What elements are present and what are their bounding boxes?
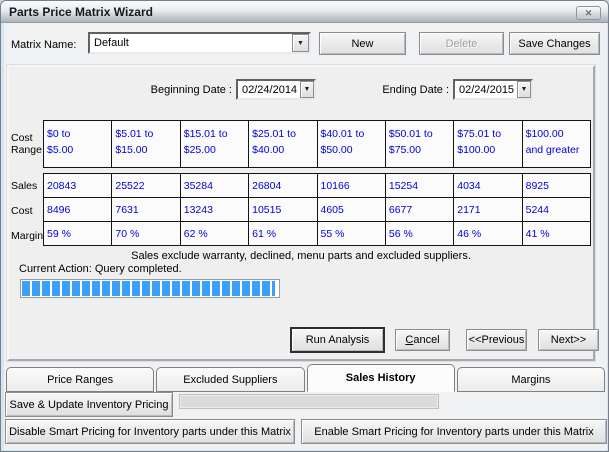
sales-cell: 4034 bbox=[454, 174, 522, 198]
window-title: Parts Price Matrix Wizard bbox=[9, 5, 153, 19]
matrix-name-label: Matrix Name: bbox=[11, 39, 76, 51]
cost-cell: 2171 bbox=[454, 198, 522, 222]
beginning-date-dropdown-button[interactable]: ▼ bbox=[300, 81, 314, 98]
previous-button[interactable]: <<Previous bbox=[466, 329, 527, 351]
beginning-date-field[interactable]: 02/24/2014 ▼ bbox=[236, 79, 316, 100]
beginning-date-label: Beginning Date : bbox=[106, 84, 232, 96]
titlebar[interactable]: Parts Price Matrix Wizard ✕ bbox=[1, 1, 608, 23]
new-button[interactable]: New bbox=[319, 32, 406, 55]
margin-cell: 55 % bbox=[318, 222, 386, 246]
sales-row-label: Sales bbox=[11, 173, 45, 198]
cost-range-cell: $75.01 to$100.00 bbox=[454, 121, 522, 168]
matrix-data-table: 20843 25522 35284 26804 10166 15254 4034… bbox=[43, 173, 591, 246]
cost-range-cell: $15.01 to$25.00 bbox=[181, 121, 249, 168]
inventory-pricing-progress-bar bbox=[179, 394, 439, 409]
cost-range-cell: $5.01 to$15.00 bbox=[112, 121, 180, 168]
sales-exclusion-note: Sales exclude warranty, declined, menu p… bbox=[9, 250, 593, 262]
cost-range-cell: $0 to$5.00 bbox=[44, 121, 112, 168]
tab-excluded-suppliers[interactable]: Excluded Suppliers bbox=[156, 367, 304, 392]
wizard-tab-bar: Price Ranges Excluded Suppliers Sales Hi… bbox=[4, 363, 607, 392]
matrix-name-value: Default bbox=[90, 34, 292, 52]
tab-margins[interactable]: Margins bbox=[457, 367, 605, 392]
cost-row-label: Cost bbox=[11, 198, 45, 223]
ending-date-value: 02/24/2015 bbox=[455, 81, 517, 98]
cost-cell: 8496 bbox=[44, 198, 112, 222]
enable-smart-pricing-button[interactable]: Enable Smart Pricing for Inventory parts… bbox=[301, 419, 607, 444]
cost-cell: 6677 bbox=[386, 198, 454, 222]
ending-date-dropdown-button[interactable]: ▼ bbox=[517, 81, 531, 98]
disable-smart-pricing-button[interactable]: Disable Smart Pricing for Inventory part… bbox=[5, 419, 295, 444]
sales-cell: 26804 bbox=[249, 174, 317, 198]
matrix-name-dropdown-button[interactable]: ▼ bbox=[292, 34, 309, 52]
cost-range-cell: $25.01 to$40.00 bbox=[249, 121, 317, 168]
ending-date-label: Ending Date : bbox=[339, 84, 449, 96]
cost-range-row-label: Cost Range bbox=[11, 120, 45, 168]
current-action-status: Current Action: Query completed. bbox=[19, 263, 182, 275]
next-button[interactable]: Next>> bbox=[538, 329, 599, 351]
dialog-body: Matrix Name: Default ▼ New Delete Save C… bbox=[4, 23, 607, 450]
matrix-name-combobox[interactable]: Default ▼ bbox=[88, 32, 311, 54]
ending-date-field[interactable]: 02/24/2015 ▼ bbox=[453, 79, 533, 100]
cost-range-cell: $50.01 to$75.00 bbox=[386, 121, 454, 168]
cost-cell: 5244 bbox=[523, 198, 591, 222]
close-icon: ✕ bbox=[585, 8, 593, 19]
cost-cell: 10515 bbox=[249, 198, 317, 222]
delete-button[interactable]: Delete bbox=[419, 32, 504, 55]
sales-cell: 20843 bbox=[44, 174, 112, 198]
sales-history-panel: Beginning Date : 02/24/2014 ▼ Ending Dat… bbox=[7, 65, 595, 361]
sales-cell: 15254 bbox=[386, 174, 454, 198]
cost-range-cell: $40.01 to$50.00 bbox=[318, 121, 386, 168]
cost-range-cell: $100.00and greater bbox=[523, 121, 591, 168]
close-button[interactable]: ✕ bbox=[576, 6, 601, 20]
save-changes-button[interactable]: Save Changes bbox=[509, 32, 600, 55]
margin-cell: 41 % bbox=[523, 222, 591, 246]
cost-cell: 7631 bbox=[112, 198, 180, 222]
sales-cell: 35284 bbox=[181, 174, 249, 198]
margin-cell: 61 % bbox=[249, 222, 317, 246]
margin-cell: 46 % bbox=[454, 222, 522, 246]
chevron-down-icon: ▼ bbox=[297, 40, 304, 47]
query-progress-fill bbox=[22, 281, 275, 296]
cost-range-header-row: $0 to$5.00 $5.01 to$15.00 $15.01 to$25.0… bbox=[43, 120, 591, 168]
cancel-button[interactable]: Cancel bbox=[395, 329, 450, 351]
sales-cell: 10166 bbox=[318, 174, 386, 198]
chevron-down-icon: ▼ bbox=[521, 86, 528, 93]
beginning-date-value: 02/24/2014 bbox=[238, 81, 300, 98]
sales-cell: 8925 bbox=[523, 174, 591, 198]
margin-row-label: Margin bbox=[11, 223, 45, 248]
margin-cell: 70 % bbox=[112, 222, 180, 246]
tab-sales-history[interactable]: Sales History bbox=[307, 364, 455, 392]
margin-cell: 59 % bbox=[44, 222, 112, 246]
margin-cell: 62 % bbox=[181, 222, 249, 246]
sales-cell: 25522 bbox=[112, 174, 180, 198]
cost-cell: 4605 bbox=[318, 198, 386, 222]
run-analysis-button[interactable]: Run Analysis bbox=[291, 328, 384, 352]
query-progress-bar bbox=[20, 279, 280, 298]
margin-cell: 56 % bbox=[386, 222, 454, 246]
cost-cell: 13243 bbox=[181, 198, 249, 222]
save-update-inventory-pricing-button[interactable]: Save & Update Inventory Pricing bbox=[5, 392, 173, 417]
chevron-down-icon: ▼ bbox=[304, 86, 311, 93]
parts-price-matrix-wizard-window: Parts Price Matrix Wizard ✕ Matrix Name:… bbox=[0, 0, 609, 452]
tab-price-ranges[interactable]: Price Ranges bbox=[6, 367, 154, 392]
